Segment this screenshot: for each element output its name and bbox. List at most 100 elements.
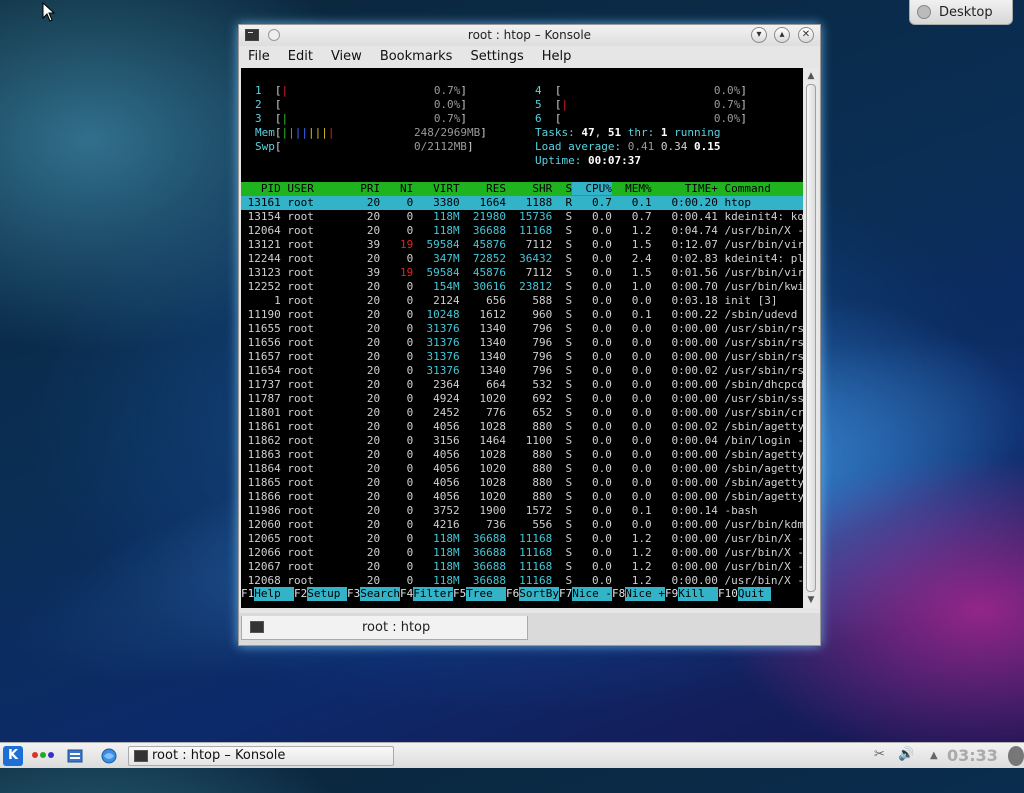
scroll-down-icon[interactable]: ▼ (806, 595, 816, 605)
fkey-label[interactable]: Tree (466, 587, 506, 601)
table-row[interactable]: 11657 root 20 0 31376 1340 796 S 0.0 0.0… (241, 350, 803, 364)
column-header-shr[interactable]: SHR (506, 182, 552, 195)
column-header-virt[interactable]: VIRT (413, 182, 460, 195)
table-row[interactable]: 12060 root 20 0 4216 736 556 S 0.0 0.0 0… (241, 518, 803, 532)
maximize-icon[interactable]: ▴ (774, 27, 790, 43)
table-cell: 0:00.00 (651, 336, 718, 349)
menu-view[interactable]: View (322, 46, 371, 68)
menu-bookmarks[interactable]: Bookmarks (371, 46, 462, 68)
fkey-label[interactable]: Nice - (572, 587, 612, 601)
fkey-f9[interactable]: F9 (665, 587, 678, 601)
fkey-label[interactable]: Quit (737, 587, 771, 601)
fkey-f2[interactable]: F2 (294, 587, 307, 601)
table-row[interactable]: 13121 root 39 19 59584 45876 7112 S 0.0 … (241, 238, 803, 252)
process-table-header[interactable]: PID USER PRI NI VIRT RES SHR S CPU% MEM%… (241, 182, 803, 196)
table-row[interactable]: 11656 root 20 0 31376 1340 796 S 0.0 0.0… (241, 336, 803, 350)
table-row[interactable]: 12066 root 20 0 118M 36688 11168 S 0.0 1… (241, 546, 803, 560)
table-cell: 13161 (241, 196, 281, 209)
table-cell: S (552, 238, 573, 251)
table-row[interactable]: 11865 root 20 0 4056 1028 880 S 0.0 0.0 … (241, 476, 803, 490)
scroll-up-icon[interactable]: ▲ (806, 71, 816, 81)
browser-icon[interactable] (101, 748, 117, 764)
fkey-f10[interactable]: F10 (718, 587, 738, 601)
kde-menu-icon[interactable]: K (3, 746, 23, 766)
table-row[interactable]: 12252 root 20 0 154M 30616 23812 S 0.0 1… (241, 280, 803, 294)
table-row[interactable]: 11655 root 20 0 31376 1340 796 S 0.0 0.0… (241, 322, 803, 336)
table-row[interactable]: 11190 root 20 0 10248 1612 960 S 0.0 0.1… (241, 308, 803, 322)
column-header-pri[interactable]: PRI (327, 182, 380, 195)
menu-file[interactable]: File (239, 46, 279, 68)
task-konsole[interactable]: root : htop – Konsole (128, 746, 394, 766)
vertical-scrollbar[interactable]: ▲ ▼ (804, 68, 818, 608)
table-row[interactable]: 11863 root 20 0 4056 1028 880 S 0.0 0.0 … (241, 448, 803, 462)
tray-expand-icon[interactable]: ▲ (930, 750, 938, 761)
menu-help[interactable]: Help (533, 46, 581, 68)
table-cell: /usr/bin/X -br -n (724, 560, 803, 573)
minimize-icon[interactable]: ▾ (751, 27, 767, 43)
table-row[interactable]: 11861 root 20 0 4056 1028 880 S 0.0 0.0 … (241, 420, 803, 434)
fkey-f6[interactable]: F6 (506, 587, 519, 601)
table-row[interactable]: 13154 root 20 0 118M 21980 15736 S 0.0 0… (241, 210, 803, 224)
window-titlebar[interactable]: root : htop – Konsole ▾ ▴ ✕ (239, 25, 820, 46)
column-header-user[interactable]: USER (281, 182, 327, 195)
fkey-label[interactable]: SortBy (519, 587, 559, 601)
column-header-res[interactable]: RES (460, 182, 506, 195)
fkey-f4[interactable]: F4 (400, 587, 413, 601)
table-row[interactable]: 11864 root 20 0 4056 1020 880 S 0.0 0.0 … (241, 462, 803, 476)
table-row[interactable]: 12065 root 20 0 118M 36688 11168 S 0.0 1… (241, 532, 803, 546)
fkey-label[interactable]: Search (360, 587, 400, 601)
fkey-label[interactable]: Setup (307, 587, 347, 601)
table-row[interactable]: 11654 root 20 0 31376 1340 796 S 0.0 0.0… (241, 364, 803, 378)
table-row[interactable]: 12068 root 20 0 118M 36688 11168 S 0.0 1… (241, 574, 803, 588)
column-header-mem[interactable]: MEM% (612, 182, 652, 195)
fkey-label[interactable]: Help (254, 587, 294, 601)
fkey-f3[interactable]: F3 (347, 587, 360, 601)
fkey-label[interactable]: Kill (678, 587, 718, 601)
table-cell: 118M (413, 560, 460, 573)
table-cell: 31376 (413, 364, 460, 377)
tab-root-htop[interactable]: root : htop (241, 616, 528, 640)
column-header-s[interactable]: S (552, 182, 573, 195)
fkey-f5[interactable]: F5 (453, 587, 466, 601)
table-row[interactable]: 11862 root 20 0 3156 1464 1100 S 0.0 0.0… (241, 434, 803, 448)
plasma-toolbox-icon[interactable] (1008, 746, 1024, 766)
table-row[interactable]: 12064 root 20 0 118M 36688 11168 S 0.0 1… (241, 224, 803, 238)
table-row[interactable]: 11737 root 20 0 2364 664 532 S 0.0 0.0 0… (241, 378, 803, 392)
window-menu-icon[interactable] (268, 29, 280, 41)
table-row[interactable]: 11787 root 20 0 4924 1020 692 S 0.0 0.0 … (241, 392, 803, 406)
table-row[interactable]: 1 root 20 0 2124 656 588 S 0.0 0.0 0:03.… (241, 294, 803, 308)
table-row[interactable]: 13123 root 39 19 59584 45876 7112 S 0.0 … (241, 266, 803, 280)
desktop-button[interactable]: Desktop (909, 0, 1013, 25)
clock[interactable]: 03:33 (947, 746, 998, 765)
fkey-label[interactable]: Nice + (625, 587, 665, 601)
table-row[interactable]: 11866 root 20 0 4056 1020 880 S 0.0 0.0 … (241, 490, 803, 504)
activities-icon[interactable] (32, 752, 54, 758)
column-header-time[interactable]: TIME+ (652, 182, 718, 195)
close-icon[interactable]: ✕ (798, 27, 814, 43)
fkey-f7[interactable]: F7 (559, 587, 572, 601)
file-manager-icon[interactable] (67, 748, 83, 764)
table-row[interactable]: 12244 root 20 0 347M 72852 36432 S 0.0 2… (241, 252, 803, 266)
fkey-f1[interactable]: F1 (241, 587, 254, 601)
table-row[interactable]: 13161 root 20 0 3380 1664 1188 R 0.7 0.1… (241, 196, 803, 210)
menu-edit[interactable]: Edit (279, 46, 322, 68)
fkey-label[interactable]: Filter (413, 587, 453, 601)
table-cell: S (552, 224, 573, 237)
menu-settings[interactable]: Settings (461, 46, 532, 68)
terminal-icon[interactable] (245, 29, 259, 41)
volume-icon[interactable]: 🔊 (898, 747, 914, 762)
klipper-icon[interactable]: ✂ (874, 747, 885, 762)
fkey-f8[interactable]: F8 (612, 587, 625, 601)
terminal-area[interactable]: 1 [| 0.7%] 2 [ 0.0%] 3 [| 0.7%] 4 [ 0.0%… (241, 68, 803, 608)
table-cell: 0.0 (572, 252, 612, 265)
scrollbar-thumb[interactable] (806, 84, 816, 592)
column-header-command[interactable]: Command (718, 182, 771, 195)
table-row[interactable]: 11801 root 20 0 2452 776 652 S 0.0 0.0 0… (241, 406, 803, 420)
table-row[interactable]: 12067 root 20 0 118M 36688 11168 S 0.0 1… (241, 560, 803, 574)
cpu-meter-4: 4 [ 0.0%] (535, 84, 747, 97)
column-header-cpu[interactable]: CPU% (572, 182, 612, 195)
column-header-ni[interactable]: NI (380, 182, 413, 195)
column-header-pid[interactable]: PID (241, 182, 281, 195)
table-cell: 0:12.07 (651, 238, 718, 251)
table-row[interactable]: 11986 root 20 0 3752 1900 1572 S 0.0 0.1… (241, 504, 803, 518)
